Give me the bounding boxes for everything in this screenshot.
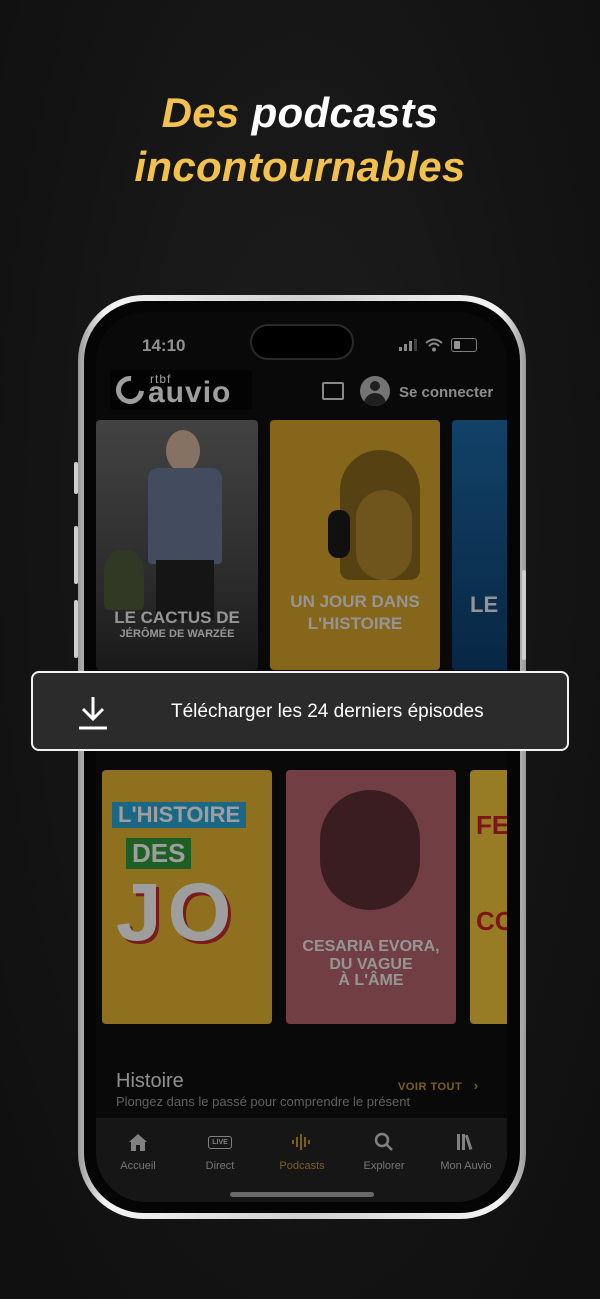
card-title-line2: L'HISTOIRE xyxy=(307,614,403,633)
signal-icon xyxy=(399,339,417,351)
headline-line-1: Des podcasts xyxy=(0,86,600,140)
tab-explorer[interactable]: Explorer xyxy=(344,1130,424,1172)
user-avatar-icon[interactable] xyxy=(360,376,390,406)
download-icon xyxy=(79,697,107,730)
login-link[interactable]: Se connecter xyxy=(399,384,493,401)
tab-bar: Accueil LIVE Direct Podcasts Explorer Mo… xyxy=(96,1118,507,1202)
cast-icon[interactable] xyxy=(322,382,344,400)
search-icon xyxy=(344,1130,424,1154)
podcast-wave-icon xyxy=(262,1130,342,1154)
card-title-line2: JÉRÔME DE WARZÉE xyxy=(119,628,235,640)
portrait-illustration xyxy=(320,790,420,910)
tab-label: Podcasts xyxy=(279,1160,325,1172)
card-line1: FE xyxy=(476,810,507,840)
pharaoh-face xyxy=(356,490,412,580)
tab-label: Mon Auvio xyxy=(440,1160,492,1172)
headphone-cup-icon xyxy=(328,510,350,558)
podcast-card-un-jour-dans-l-histoire[interactable]: UN JOUR DANS L'HISTOIRE xyxy=(270,420,440,670)
promo-headline: Des podcasts incontournables xyxy=(0,86,600,194)
section-title: Histoire xyxy=(116,1070,184,1092)
phone-mute-switch xyxy=(74,462,78,494)
tab-label: Accueil xyxy=(120,1160,156,1172)
status-time: 14:10 xyxy=(142,336,186,355)
card-line3: À L'ÂME xyxy=(338,972,404,989)
home-icon xyxy=(98,1130,178,1154)
chevron-right-icon: › xyxy=(473,1078,479,1093)
section-subtitle: Plongez dans le passé pour comprendre le… xyxy=(116,1094,411,1109)
podcast-card-partial-2[interactable]: FE CO xyxy=(470,770,507,1024)
phone-volume-down xyxy=(74,600,78,658)
tab-label: Direct xyxy=(205,1160,235,1172)
phone-power-button xyxy=(522,570,526,660)
card-line1: CESARIA EVORA, xyxy=(302,938,440,955)
tab-mon-auvio[interactable]: Mon Auvio xyxy=(426,1130,506,1172)
cactus-plant xyxy=(104,550,144,610)
podcast-card-cactus[interactable]: LE CACTUS DE JÉRÔME DE WARZÉE xyxy=(96,420,258,670)
podcast-card-cesaria-evora[interactable]: CESARIA EVORA, DU VAGUE À L'ÂME xyxy=(286,770,456,1024)
tab-direct[interactable]: LIVE Direct xyxy=(180,1130,260,1172)
card-line1: L'HISTOIRE xyxy=(112,802,247,828)
logo-ring-icon xyxy=(110,370,150,410)
host-portrait xyxy=(166,430,200,472)
live-icon: LIVE xyxy=(180,1130,260,1154)
card-line2: DES xyxy=(126,838,192,869)
logo-auvio: auvio xyxy=(148,376,232,409)
phone-screen: 14:10 rtbf auvio Se connecter LE CACTUS … xyxy=(96,312,507,1202)
tab-label: Explorer xyxy=(363,1160,405,1172)
phone-volume-up xyxy=(74,526,78,584)
home-indicator[interactable] xyxy=(230,1192,374,1197)
card-title-line1: LE CACTUS DE xyxy=(114,608,240,627)
battery-icon xyxy=(451,338,477,352)
library-icon xyxy=(426,1130,506,1154)
podcast-card-partial[interactable]: LE xyxy=(452,420,507,670)
card-line3: JO xyxy=(116,867,238,958)
auvio-logo[interactable]: rtbf auvio xyxy=(110,370,252,410)
download-label: Télécharger les 24 derniers épisodes xyxy=(171,701,484,722)
podcast-card-histoire-des-jo[interactable]: L'HISTOIRE DES JO xyxy=(102,770,272,1024)
tab-accueil[interactable]: Accueil xyxy=(98,1130,178,1172)
card-line2: CO xyxy=(476,906,507,936)
headline-word-des: Des xyxy=(161,89,240,136)
card-title-line1: UN JOUR DANS xyxy=(290,592,420,611)
status-icons xyxy=(399,338,477,352)
dynamic-island xyxy=(250,324,354,360)
see-all-label: VOIR TOUT xyxy=(398,1081,463,1093)
card-title-line1: LE xyxy=(470,592,499,617)
headline-line-2: incontournables xyxy=(134,143,466,190)
headline-word-podcasts: podcasts xyxy=(251,89,439,136)
host-shirt xyxy=(148,468,222,564)
download-episodes-button[interactable]: Télécharger les 24 derniers épisodes xyxy=(31,671,569,751)
see-all-link[interactable]: VOIR TOUT › xyxy=(398,1078,479,1093)
tab-podcasts[interactable]: Podcasts xyxy=(262,1130,342,1172)
wifi-icon xyxy=(425,338,443,352)
